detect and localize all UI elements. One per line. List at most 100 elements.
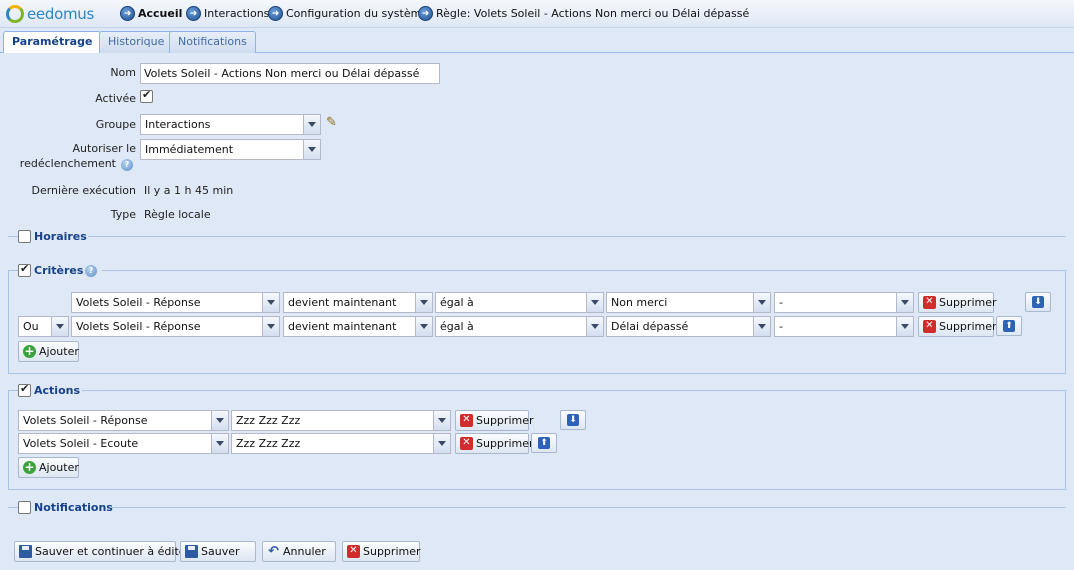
breadcrumb-label: Règle: Volets Soleil - Actions Non merci… bbox=[436, 7, 750, 20]
tab-historique[interactable]: Historique bbox=[99, 31, 174, 53]
critere-value-select[interactable]: Non merci bbox=[606, 292, 771, 313]
delete-rule-button[interactable]: ✕ Supprimer bbox=[342, 541, 421, 562]
move-down-button[interactable]: ⬇ bbox=[1025, 292, 1051, 312]
delete-icon: ✕ bbox=[347, 545, 360, 558]
chevron-down-icon[interactable] bbox=[433, 411, 450, 430]
select-value: devient maintenant bbox=[288, 320, 397, 333]
critere-delete-button[interactable]: ✕ Supprimer bbox=[918, 316, 997, 337]
cancel-button[interactable]: ↶ Annuler bbox=[262, 541, 336, 562]
arrow-up-icon: ⬆ bbox=[1003, 320, 1015, 332]
action-add-button[interactable]: + Ajouter bbox=[18, 457, 79, 478]
move-up-button[interactable]: ⬆ bbox=[996, 316, 1022, 336]
move-down-button[interactable]: ⬇ bbox=[560, 410, 586, 430]
button-label: Supprimer bbox=[476, 437, 534, 450]
autoriser-label: Autoriser le bbox=[72, 142, 136, 155]
redeclenchement-label: redéclenchement bbox=[19, 157, 116, 170]
critere-extra-select[interactable]: - bbox=[774, 292, 914, 313]
nom-input[interactable] bbox=[140, 63, 440, 84]
critere-device-select[interactable]: Volets Soleil - Réponse bbox=[71, 316, 280, 337]
delete-icon: ✕ bbox=[460, 437, 473, 450]
action-delete-button[interactable]: ✕ Supprimer bbox=[455, 433, 534, 454]
critere-device-select[interactable]: Volets Soleil - Réponse bbox=[71, 292, 280, 313]
delete-icon: ✕ bbox=[923, 296, 936, 309]
logo-text: eedomus bbox=[27, 5, 94, 23]
critere-delete-button[interactable]: ✕ Supprimer bbox=[918, 292, 997, 313]
critere-add-button[interactable]: + Ajouter bbox=[18, 341, 79, 362]
critere-compare-select[interactable]: égal à bbox=[435, 292, 604, 313]
button-label: Supprimer bbox=[476, 414, 534, 427]
action-device-select[interactable]: Volets Soleil - Réponse bbox=[18, 410, 229, 431]
select-value: - bbox=[779, 320, 783, 333]
select-value: Volets Soleil - Ecoute bbox=[23, 437, 139, 450]
horaires-checkbox[interactable] bbox=[18, 230, 31, 243]
chevron-down-icon[interactable] bbox=[262, 293, 279, 312]
arrow-down-icon: ⬇ bbox=[567, 414, 579, 426]
move-up-button[interactable]: ⬆ bbox=[531, 433, 557, 453]
save-continue-button[interactable]: Sauver et continuer à éditer bbox=[14, 541, 190, 562]
critere-compare-select[interactable]: égal à bbox=[435, 316, 604, 337]
divider bbox=[110, 507, 1066, 508]
select-value: Ou bbox=[23, 320, 39, 333]
arrow-up-icon: ⬆ bbox=[538, 437, 550, 449]
action-value-select[interactable]: Zzz Zzz Zzz bbox=[231, 410, 451, 431]
chevron-down-icon[interactable] bbox=[433, 434, 450, 453]
help-icon[interactable]: ? bbox=[121, 159, 133, 171]
arrow-right-icon: ➜ bbox=[186, 6, 201, 21]
select-value: - bbox=[779, 296, 783, 309]
notifications-legend[interactable]: Notifications bbox=[34, 501, 113, 514]
derniere-execution-value: Il y a 1 h 45 min bbox=[144, 184, 234, 197]
critere-when-select[interactable]: devient maintenant bbox=[283, 292, 433, 313]
notifications-checkbox[interactable] bbox=[18, 501, 31, 514]
critere-extra-select[interactable]: - bbox=[774, 316, 914, 337]
select-value: Zzz Zzz Zzz bbox=[236, 437, 301, 450]
chevron-down-icon[interactable] bbox=[896, 317, 913, 336]
chevron-down-icon[interactable] bbox=[51, 317, 68, 336]
action-device-select[interactable]: Volets Soleil - Ecoute bbox=[18, 433, 229, 454]
save-button[interactable]: Sauver bbox=[180, 541, 256, 562]
select-value: devient maintenant bbox=[288, 296, 397, 309]
groupe-select-value: Interactions bbox=[145, 118, 211, 131]
tab-parametrage[interactable]: Paramétrage bbox=[3, 31, 102, 54]
action-delete-button[interactable]: ✕ Supprimer bbox=[455, 410, 534, 431]
breadcrumb-label: Interactions bbox=[204, 7, 270, 20]
breadcrumb-configuration[interactable]: ➜ Configuration du système bbox=[268, 6, 428, 21]
select-value: égal à bbox=[440, 320, 474, 333]
button-label: Ajouter bbox=[39, 345, 79, 358]
chevron-down-icon[interactable] bbox=[303, 115, 320, 134]
chevron-down-icon[interactable] bbox=[211, 434, 228, 453]
arrow-right-icon: ➜ bbox=[120, 6, 135, 21]
breadcrumb-home[interactable]: ➜ Accueil bbox=[120, 6, 182, 21]
chevron-down-icon[interactable] bbox=[753, 317, 770, 336]
groupe-select[interactable]: Interactions bbox=[140, 114, 321, 135]
chevron-down-icon[interactable] bbox=[753, 293, 770, 312]
horaires-legend[interactable]: Horaires bbox=[34, 230, 87, 243]
chevron-down-icon[interactable] bbox=[262, 317, 279, 336]
divider bbox=[8, 236, 18, 237]
chevron-down-icon[interactable] bbox=[586, 293, 603, 312]
breadcrumb-rule[interactable]: ➜ Règle: Volets Soleil - Actions Non mer… bbox=[418, 6, 749, 21]
critere-value-select[interactable]: Délai dépassé bbox=[606, 316, 771, 337]
critere-operator-select[interactable]: Ou bbox=[18, 316, 69, 337]
select-value: Non merci bbox=[611, 296, 668, 309]
floppy-disk-icon bbox=[185, 545, 198, 558]
chevron-down-icon[interactable] bbox=[586, 317, 603, 336]
critere-when-select[interactable]: devient maintenant bbox=[283, 316, 433, 337]
pencil-icon[interactable]: ✎ bbox=[326, 116, 340, 130]
chevron-down-icon[interactable] bbox=[303, 140, 320, 159]
type-label: Type bbox=[110, 208, 136, 221]
derniere-execution-label: Dernière exécution bbox=[31, 184, 136, 197]
eedomus-logo[interactable]: eedomus bbox=[6, 4, 94, 24]
chevron-down-icon[interactable] bbox=[415, 317, 432, 336]
nom-label: Nom bbox=[110, 66, 136, 79]
chevron-down-icon[interactable] bbox=[896, 293, 913, 312]
tab-notifications[interactable]: Notifications bbox=[169, 31, 256, 53]
groupe-label: Groupe bbox=[95, 118, 136, 131]
select-value: Volets Soleil - Réponse bbox=[76, 296, 201, 309]
chevron-down-icon[interactable] bbox=[415, 293, 432, 312]
autoriser-select[interactable]: Immédiatement bbox=[140, 139, 321, 160]
chevron-down-icon[interactable] bbox=[211, 411, 228, 430]
action-value-select[interactable]: Zzz Zzz Zzz bbox=[231, 433, 451, 454]
breadcrumb-interactions[interactable]: ➜ Interactions bbox=[186, 6, 269, 21]
tab-strip: Paramétrage Historique Notifications bbox=[0, 29, 1074, 54]
activee-checkbox[interactable] bbox=[140, 88, 153, 103]
